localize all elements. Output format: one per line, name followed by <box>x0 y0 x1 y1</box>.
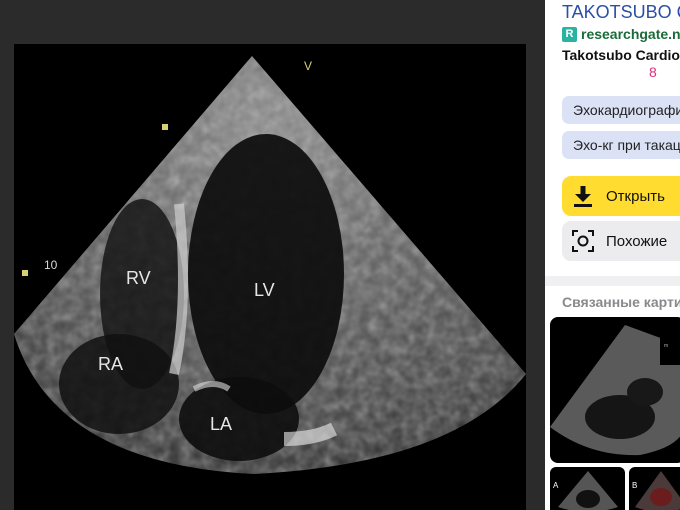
label-rv: RV <box>126 268 151 288</box>
open-button[interactable]: Открыть <box>562 176 680 216</box>
source-link[interactable]: R researchgate.net <box>562 26 680 42</box>
probe-marker: V <box>304 59 312 73</box>
label-la: LA <box>210 414 232 434</box>
image-count: 8 <box>649 64 657 80</box>
svg-text:m: m <box>664 343 668 349</box>
similar-label: Похожие <box>606 232 668 250</box>
image-viewer: V 10 RV LV RA LA <box>0 0 545 510</box>
tag-echo-takotsubo[interactable]: Эхо-кг при такацубо <box>562 131 680 159</box>
related-image-thumbnail-1[interactable]: m <box>550 317 680 463</box>
researchgate-icon: R <box>562 26 577 42</box>
download-icon <box>572 185 594 207</box>
depth-marker-1 <box>162 124 168 130</box>
echo-image-svg: V 10 RV LV RA LA <box>14 56 526 474</box>
ra-chamber <box>59 334 179 434</box>
source-domain: researchgate.net <box>581 26 680 42</box>
depth-label: 10 <box>44 258 58 272</box>
related-image-thumbnail-2[interactable]: A <box>550 467 625 510</box>
related-thumb-label-b: B <box>632 481 638 490</box>
related-image-thumbnail-3[interactable]: B <box>629 467 680 510</box>
tag-echocardiography[interactable]: Эхокардиография <box>562 96 680 124</box>
related-images-card: Связанные картинки m A B <box>545 286 680 510</box>
image-info-panel: TAKOTSUBO CARDIOMYOPATHY R researchgate.… <box>545 0 680 510</box>
similar-button[interactable]: Похожие <box>562 221 680 261</box>
lv-chamber <box>188 134 344 414</box>
label-ra: RA <box>98 354 123 374</box>
related-images-title: Связанные картинки <box>562 294 680 310</box>
image-subtitle: Takotsubo Cardiomyopathy <box>562 47 680 63</box>
open-label: Открыть <box>606 187 665 205</box>
image-title-link[interactable]: TAKOTSUBO CARDIOMYOPATHY <box>562 2 680 23</box>
echocardiogram-image[interactable]: V 10 RV LV RA LA <box>14 44 526 510</box>
actions-card: Эхокардиография Эхо-кг при такацубо Откр… <box>545 86 680 276</box>
label-lv: LV <box>254 280 275 300</box>
depth-marker-2 <box>22 270 28 276</box>
lens-search-icon <box>572 230 594 252</box>
image-info-card: TAKOTSUBO CARDIOMYOPATHY R researchgate.… <box>545 0 680 86</box>
related-thumb-label-a: A <box>553 481 559 490</box>
